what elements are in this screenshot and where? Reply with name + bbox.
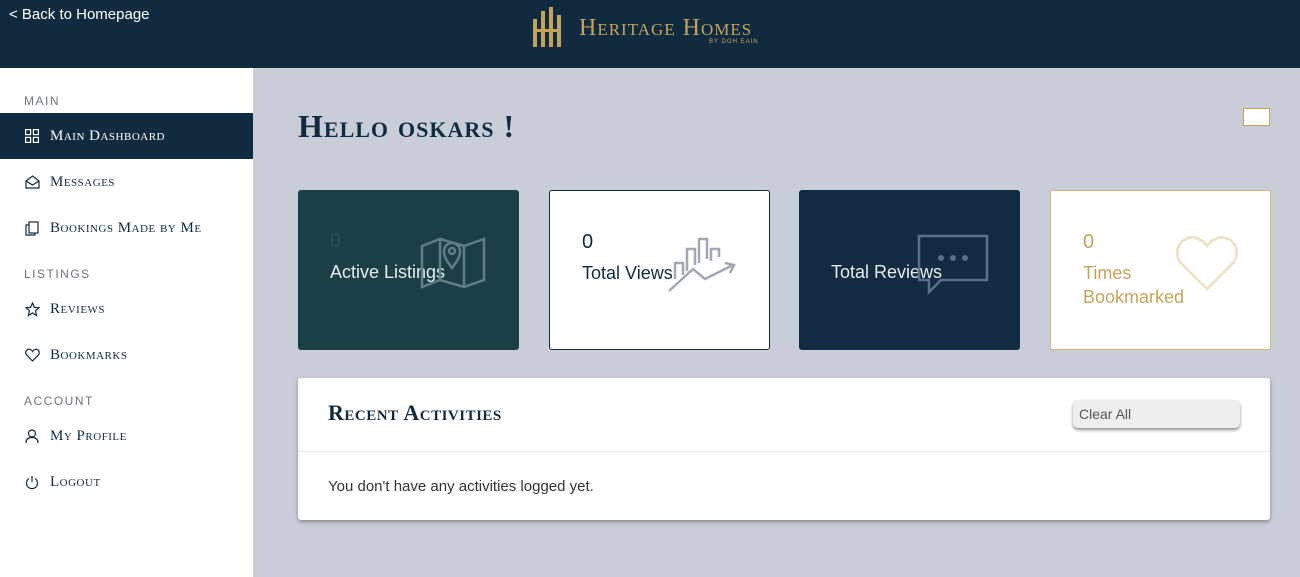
logo[interactable]: Heritage Homes BY DOH EAIN — [531, 7, 781, 49]
divider — [298, 451, 1270, 452]
sidebar-item-label: Bookmarks — [50, 346, 128, 363]
clear-all-button[interactable]: Clear All — [1073, 400, 1240, 428]
top-bar: < Back to Homepage Heritage Homes BY DOH… — [0, 0, 1300, 68]
notification-toggle[interactable] — [1243, 108, 1270, 126]
envelope-icon — [24, 174, 40, 190]
recent-activities-panel: Recent Activities Clear All You don't ha… — [298, 378, 1270, 520]
sidebar-item-label: Messages — [50, 173, 116, 190]
sidebar-item-label: Bookings Made by Me — [50, 219, 202, 236]
logo-text: Heritage Homes — [579, 15, 753, 41]
empty-activities-message: You don't have any activities logged yet… — [328, 478, 594, 495]
stat-card-total-views[interactable]: 0 Total Views — [549, 190, 770, 350]
sidebar: MAIN Main Dashboard Messages Bookings Ma… — [0, 68, 253, 577]
sidebar-item-logout[interactable]: Logout — [0, 459, 253, 505]
chat-bubble-icon — [917, 234, 989, 296]
user-icon — [24, 428, 40, 444]
section-title-main: MAIN — [24, 94, 60, 108]
stat-value: 0 — [330, 230, 342, 252]
power-icon — [24, 474, 40, 490]
star-icon — [24, 301, 40, 317]
stat-card-times-bookmarked[interactable]: 0 Times Bookmarked — [1050, 190, 1271, 350]
sidebar-item-reviews[interactable]: Reviews — [0, 286, 253, 332]
stat-value: 0 — [1083, 231, 1095, 253]
stat-card-active-listings[interactable]: 0 Active Listings — [298, 190, 519, 350]
stat-card-total-reviews[interactable]: Total Reviews — [799, 190, 1020, 350]
recent-activities-title: Recent Activities — [328, 400, 502, 425]
sidebar-item-label: Main Dashboard — [50, 127, 165, 144]
grid-icon — [24, 128, 40, 144]
sidebar-item-bookmarks[interactable]: Bookmarks — [0, 332, 253, 378]
stat-value: 0 — [582, 231, 594, 253]
sidebar-item-bookings[interactable]: Bookings Made by Me — [0, 205, 253, 251]
heart-icon — [24, 347, 40, 363]
sidebar-item-label: Reviews — [50, 300, 106, 317]
section-title-account: ACCOUNT — [24, 394, 94, 408]
sidebar-item-label: Logout — [50, 473, 101, 490]
sidebar-item-messages[interactable]: Messages — [0, 159, 253, 205]
chart-arrow-icon — [668, 237, 736, 292]
heart-outline-icon — [1175, 236, 1239, 291]
logo-subtitle: BY DOH EAIN — [709, 39, 759, 45]
map-pin-icon — [420, 237, 486, 289]
sidebar-item-main-dashboard[interactable]: Main Dashboard — [0, 113, 253, 159]
sidebar-item-label: My Profile — [50, 427, 127, 444]
documents-icon — [24, 220, 40, 236]
section-title-listings: LISTINGS — [24, 267, 91, 281]
logo-mark-icon — [533, 7, 561, 47]
sidebar-item-my-profile[interactable]: My Profile — [0, 413, 253, 459]
back-to-homepage-link[interactable]: < Back to Homepage — [9, 6, 150, 23]
page-title: Hello oskars ! — [298, 108, 516, 144]
